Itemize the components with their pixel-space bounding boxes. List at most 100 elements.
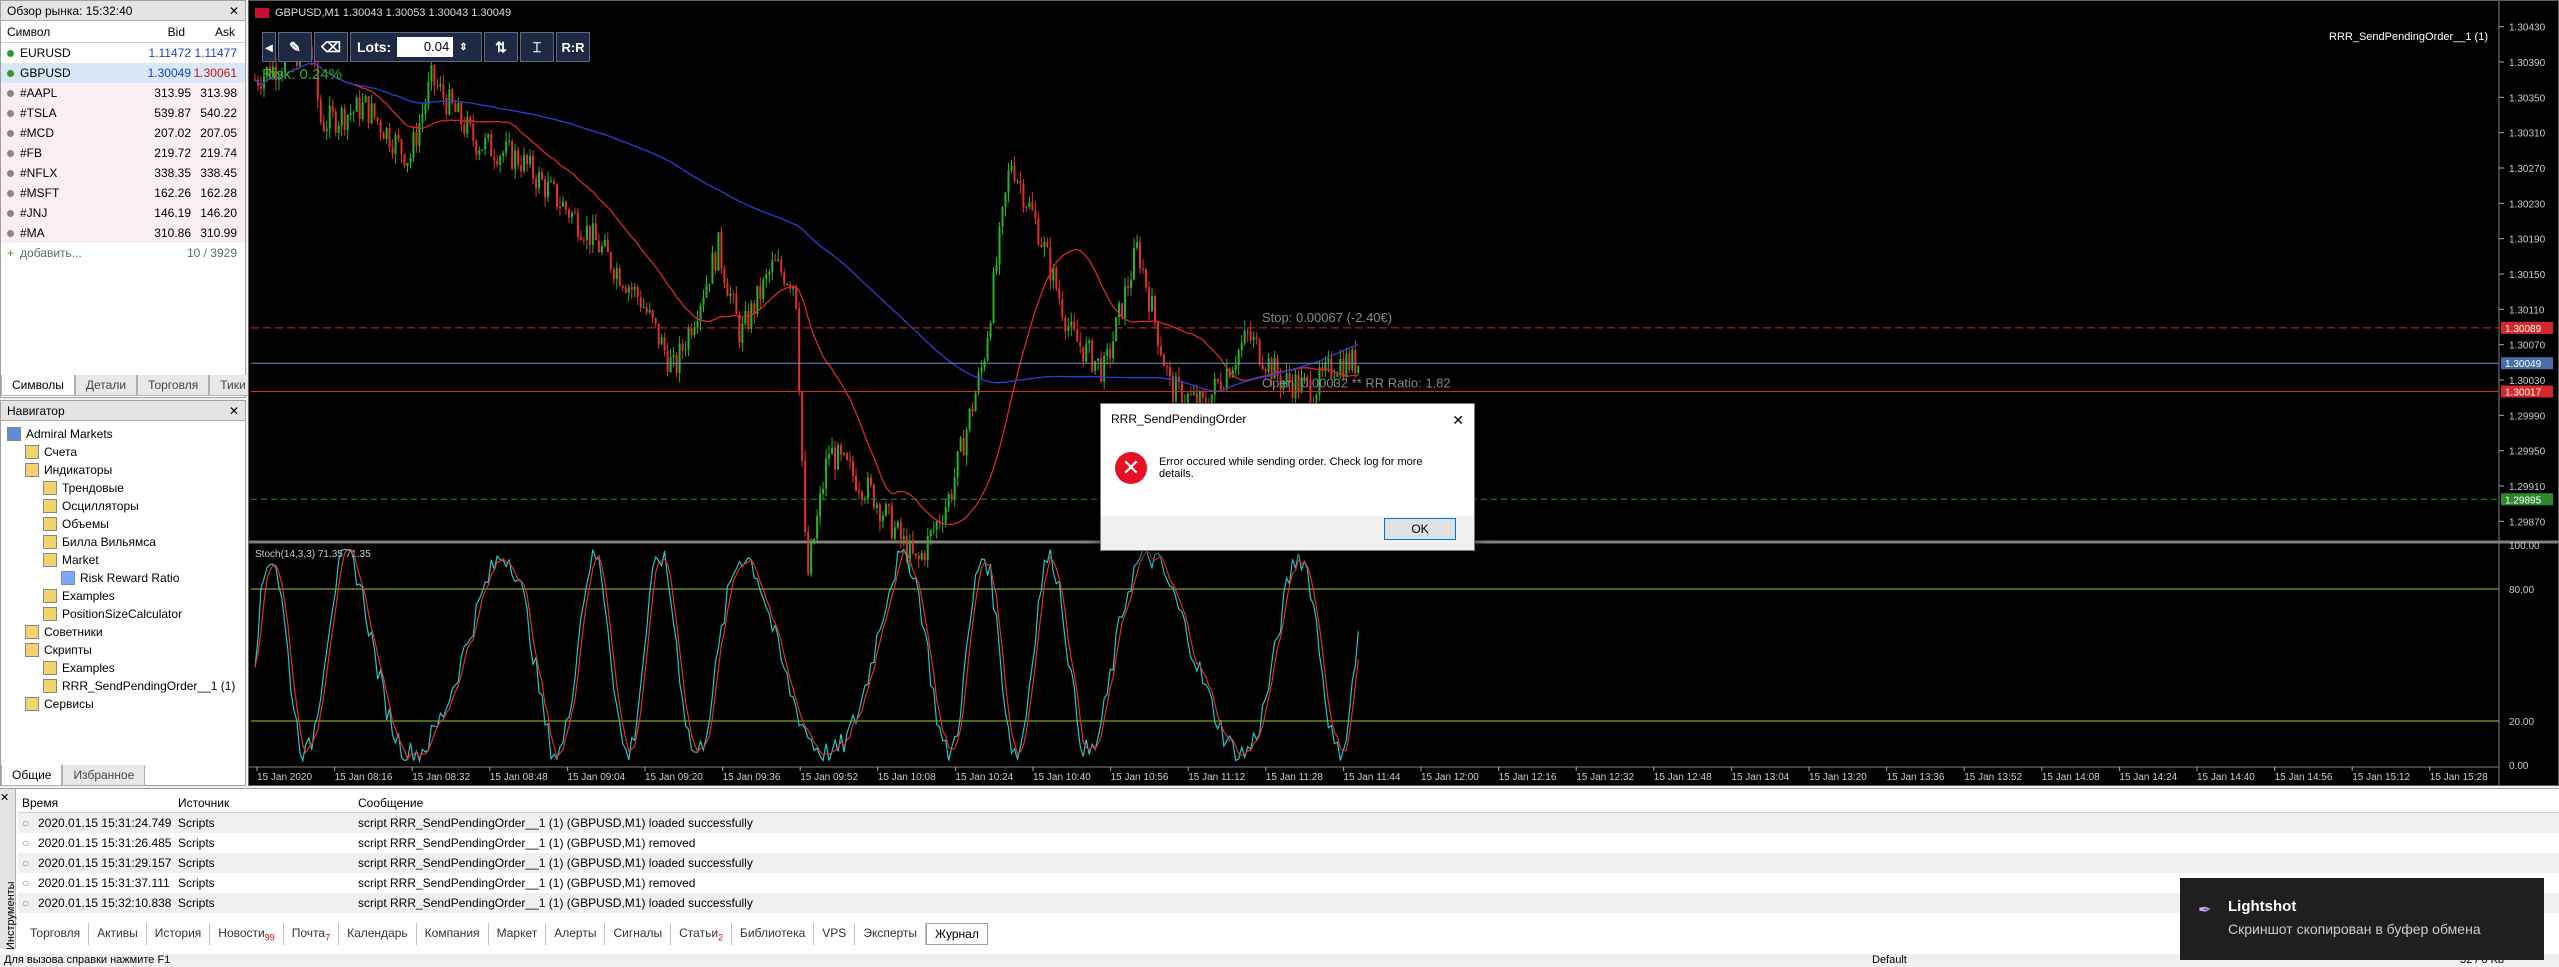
tab-favorites[interactable]: Избранное	[62, 765, 146, 786]
navigator-item[interactable]: Советники	[25, 623, 103, 641]
candle-body	[714, 252, 717, 271]
chart-window[interactable]: Stop: 0.00067 (-2.40€) Open: 0.00032 ** R…	[248, 0, 2559, 786]
market-watch-row[interactable]: #TSLA 539.87 540.22	[1, 103, 245, 123]
expert-label[interactable]: RRR_SendPendingOrder__1 (1)	[2329, 31, 2488, 43]
journal-row[interactable]: ○ 2020.01.15 15:31:29.157 Scripts script RR…	[18, 853, 2559, 873]
navigator-item-label: Сервисы	[44, 697, 94, 711]
tab-13[interactable]: Эксперты	[855, 923, 927, 946]
col-bid[interactable]: Bid	[141, 21, 191, 42]
candle-body	[388, 127, 391, 148]
close-icon[interactable]: ✕	[229, 4, 239, 18]
candle-body	[1058, 288, 1061, 300]
candle-body	[798, 308, 801, 393]
journal-message: script RRR_SendPendingOrder__1 (1) (GBPU…	[358, 856, 753, 870]
market-watch-row[interactable]: GBPUSD 1.30049 1.30061	[1, 63, 245, 83]
price-chart[interactable]: Stop: 0.00067 (-2.40€) Open: 0.00032 ** R…	[249, 1, 2558, 785]
tab-14[interactable]: Журнал	[926, 923, 988, 946]
candle-body	[846, 453, 849, 460]
add-symbol-link[interactable]: добавить...	[20, 246, 82, 260]
navigator-item[interactable]: Market	[43, 551, 99, 569]
navigator-item[interactable]: Скрипты	[25, 641, 92, 659]
candle-body	[379, 121, 382, 133]
tab-2[interactable]: История	[147, 923, 211, 946]
tab-0[interactable]: Торговля	[22, 923, 90, 946]
stoch-tick-label: 80.00	[2509, 585, 2534, 596]
journal-row[interactable]: ○ 2020.01.15 15:32:10.838 Scripts script RR…	[18, 893, 2559, 913]
tab-1[interactable]: Активы	[89, 923, 147, 946]
col-symbol[interactable]: Символ	[1, 21, 141, 42]
folder-icon	[25, 445, 39, 459]
candle-body	[1216, 378, 1219, 382]
time-tick-label: 15 Jan 08:48	[490, 772, 548, 783]
tab-10[interactable]: Статьи2	[671, 923, 733, 946]
navigator-item[interactable]: Билла Вильямса	[43, 533, 156, 551]
journal-header: Время Источник Сообщение	[18, 793, 2559, 813]
market-watch-row[interactable]: #FB 219.72 219.74	[1, 143, 245, 163]
col-ask[interactable]: Ask	[191, 21, 241, 42]
navigator-item[interactable]: Risk Reward Ratio	[61, 569, 179, 587]
col-source[interactable]: Источник	[178, 796, 358, 810]
rr-button[interactable]: R:R	[556, 32, 590, 62]
col-time[interactable]: Время	[18, 796, 178, 810]
market-watch-row[interactable]: #MA 310.86 310.99	[1, 223, 245, 243]
close-icon[interactable]: ✕	[0, 791, 9, 804]
market-watch-row[interactable]: #NFLX 338.35 338.45	[1, 163, 245, 183]
tab-common[interactable]: Общие	[1, 765, 63, 786]
market-watch-row[interactable]: #MCD 207.02 207.05	[1, 123, 245, 143]
candle-body	[741, 323, 744, 343]
info-icon: ○	[22, 896, 30, 910]
candle-body	[1165, 366, 1168, 368]
tab-5[interactable]: Календарь	[339, 923, 417, 946]
navigator-item[interactable]: PositionSizeCalculator	[43, 605, 182, 623]
tab-details[interactable]: Детали	[74, 375, 138, 396]
col-message[interactable]: Сообщение	[358, 796, 423, 810]
collapse-arrow-icon[interactable]: ◂	[262, 32, 276, 62]
ask-cell: 219.74	[200, 146, 237, 160]
tab-trading[interactable]: Торговля	[137, 375, 210, 396]
navigator-item[interactable]: Осцилляторы	[43, 497, 139, 515]
symbol-name: #AAPL	[20, 86, 58, 100]
navigator-item[interactable]: Объемы	[43, 515, 109, 533]
tab-symbols[interactable]: Символы	[1, 375, 75, 396]
stop-price-tag-label: 1.30089	[2505, 324, 2542, 335]
journal-time: 2020.01.15 15:32:10.838	[38, 896, 172, 910]
ok-button[interactable]: OK	[1384, 518, 1456, 540]
journal-row[interactable]: ○ 2020.01.15 15:31:24.749 Scripts script RR…	[18, 813, 2559, 833]
tab-11[interactable]: Библиотека	[732, 923, 815, 946]
navigator-item[interactable]: Счета	[25, 443, 77, 461]
close-icon[interactable]: ✕	[229, 404, 239, 418]
eraser-icon[interactable]: ⌫	[314, 32, 348, 62]
market-watch-row[interactable]: #MSFT 162.26 162.28	[1, 183, 245, 203]
market-watch-row[interactable]: #AAPL 313.95 313.98	[1, 83, 245, 103]
lots-input[interactable]: 0.04	[397, 37, 454, 57]
navigator-item[interactable]: Сервисы	[25, 695, 94, 713]
tab-12[interactable]: VPS	[814, 923, 856, 946]
tab-6[interactable]: Компания	[417, 923, 489, 946]
swap-arrows-icon[interactable]: ⇅	[484, 32, 518, 62]
navigator-item[interactable]: RRR_SendPendingOrder__1 (1)	[43, 677, 235, 695]
tab-8[interactable]: Алерты	[546, 923, 606, 946]
tab-9[interactable]: Сигналы	[605, 923, 672, 946]
pencil-icon[interactable]: ✎	[278, 32, 312, 62]
close-icon[interactable]: ✕	[1452, 412, 1464, 428]
tab-4[interactable]: Почта7	[284, 923, 340, 946]
market-watch-row[interactable]: EURUSD 1.11472 1.11477	[1, 43, 245, 63]
vertical-range-icon[interactable]: ⌶	[520, 32, 554, 62]
navigator-item[interactable]: Examples	[43, 659, 115, 677]
navigator-item[interactable]: Трендовые	[43, 479, 124, 497]
notification-toast[interactable]: ✒ Lightshot Скриншот скопирован в буфер …	[2180, 878, 2544, 960]
market-watch-row[interactable]: #JNJ 146.19 146.20	[1, 203, 245, 223]
navigator-item[interactable]: Индикаторы	[25, 461, 112, 479]
candle-body	[971, 408, 974, 412]
candle-body	[1339, 358, 1342, 375]
lots-stepper-icon[interactable]: ⇕	[459, 42, 467, 53]
tab-7[interactable]: Маркет	[489, 923, 547, 946]
journal-row[interactable]: ○ 2020.01.15 15:31:37.111 Scripts script RR…	[18, 873, 2559, 893]
journal-row[interactable]: ○ 2020.01.15 15:31:26.485 Scripts script RR…	[18, 833, 2559, 853]
candle-body	[1100, 358, 1103, 382]
add-symbol-row[interactable]: + добавить... 10 / 3929	[1, 243, 245, 263]
tab-3[interactable]: Новости99	[210, 923, 284, 946]
navigator-item[interactable]: Examples	[43, 587, 115, 605]
candle-body	[789, 284, 792, 289]
navigator-item[interactable]: Admiral Markets	[7, 425, 113, 443]
